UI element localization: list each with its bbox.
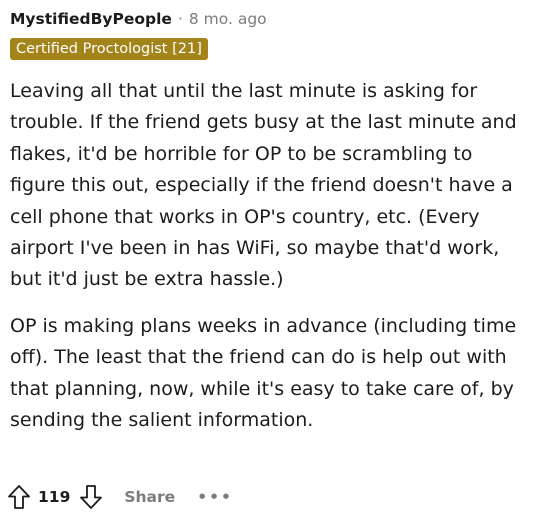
vote-score: 119 <box>38 488 71 506</box>
user-flair-badge: Certified Proctologist [21] <box>10 38 208 60</box>
comment-body: Leaving all that until the last minute i… <box>10 76 530 436</box>
timestamp[interactable]: 8 mo. ago <box>189 10 267 28</box>
comment-meta: MystifiedByPeople · 8 mo. ago <box>10 6 530 32</box>
share-button[interactable]: Share <box>124 488 175 506</box>
username-link[interactable]: MystifiedByPeople <box>10 10 172 28</box>
downvote-icon[interactable] <box>78 483 104 511</box>
meta-separator: · <box>177 10 183 28</box>
more-options-icon[interactable]: ••• <box>197 488 233 506</box>
comment-paragraph: OP is making plans weeks in advance (inc… <box>10 314 517 432</box>
comment-action-bar: 119 Share ••• <box>6 482 233 512</box>
comment: MystifiedByPeople · 8 mo. ago Certified … <box>10 6 530 451</box>
upvote-icon[interactable] <box>6 483 32 511</box>
comment-paragraph: Leaving all that until the last minute i… <box>10 80 517 291</box>
flair-row: Certified Proctologist [21] <box>10 38 530 63</box>
